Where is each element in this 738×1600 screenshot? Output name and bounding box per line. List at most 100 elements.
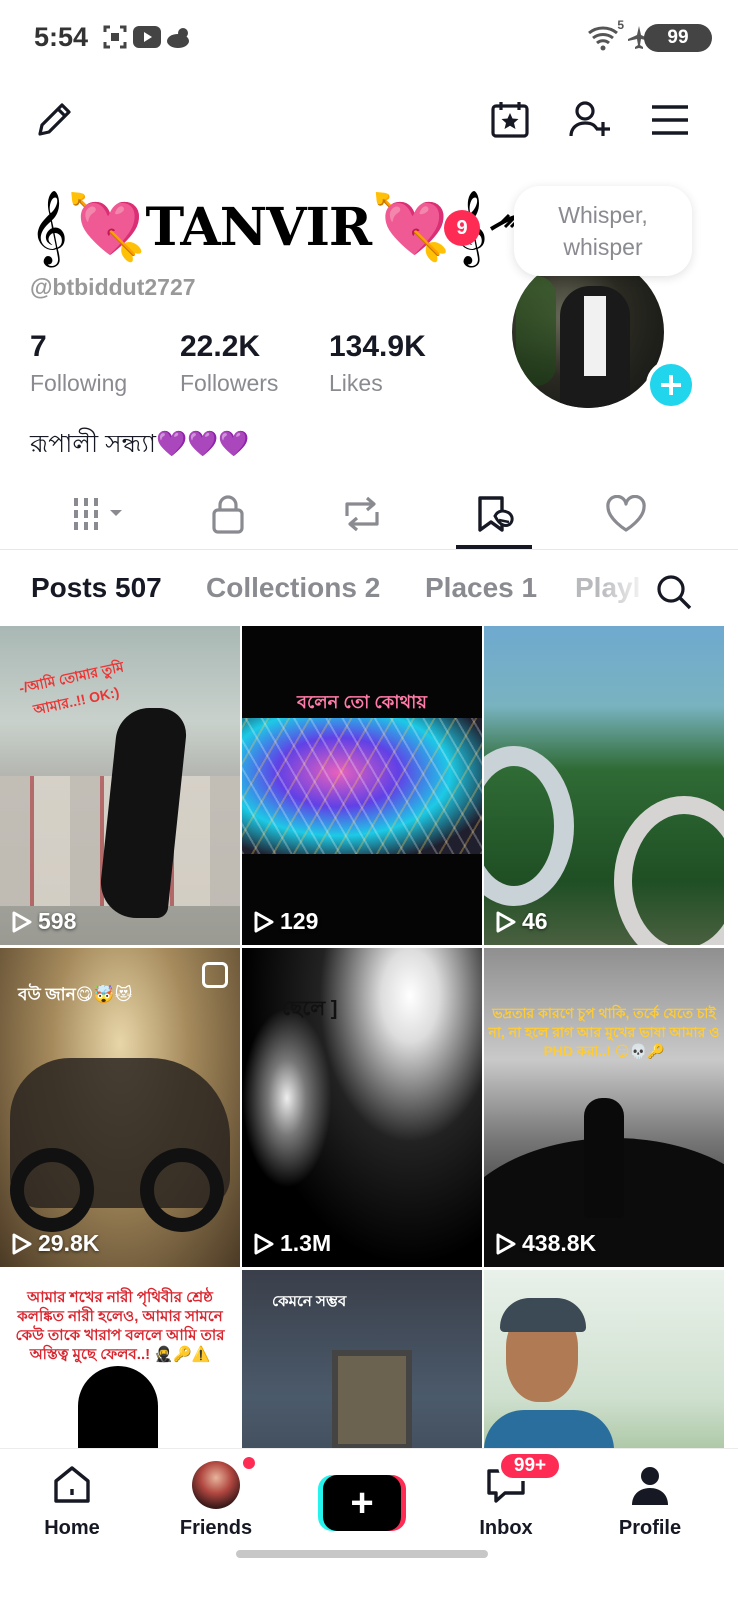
nav-home-label: Home [44, 1517, 100, 1539]
video-tile[interactable]: বলেন তো কোথায় 129 [242, 626, 482, 945]
avatar[interactable] [512, 256, 664, 408]
avatar-plant [516, 276, 556, 386]
create-plus-icon: + [323, 1475, 401, 1531]
wifi-icon: 5 [586, 18, 624, 52]
signal-label: 5 [617, 18, 624, 32]
stat-following-label: Following [30, 370, 128, 396]
play-icon [496, 1233, 516, 1254]
screenshot-icon [100, 22, 130, 52]
view-count-value: 438.8K [522, 1230, 597, 1256]
friends-notification-dot [241, 1455, 257, 1471]
view-count-value: 1.3M [280, 1230, 332, 1256]
tile-wheel [140, 1148, 224, 1232]
create-button[interactable]: + [318, 1475, 406, 1531]
video-tile[interactable]: ছেলে ] 1.3M [242, 948, 482, 1267]
notification-badge[interactable]: 9 [444, 210, 480, 246]
play-icon [12, 1233, 32, 1254]
stat-following-value: 7 [30, 330, 47, 363]
play-icon [12, 911, 32, 932]
stat-followers-value: 22.2K [180, 330, 261, 363]
play-icon [254, 911, 274, 932]
tile-door [332, 1350, 412, 1448]
youtube-icon [132, 22, 162, 52]
status-time: 5:54 [34, 22, 89, 52]
tile-silhouette [78, 1366, 158, 1448]
calendar-star-icon[interactable] [482, 92, 538, 148]
tile-sculpture [484, 746, 574, 906]
inbox-badge: 99+ [498, 1451, 562, 1481]
tile-overlay [242, 718, 482, 854]
view-count: 438.8K [496, 1230, 596, 1257]
battery-indicator: 99 [644, 24, 712, 52]
multi-photo-icon [202, 962, 228, 988]
videos-grid-icon[interactable] [66, 490, 138, 538]
stat-following[interactable]: 7 Following [30, 330, 127, 397]
display-name-left-ornament: 𝄞💘 [30, 190, 147, 265]
username: @btbiddut2727 [30, 274, 196, 300]
add-story-button[interactable] [646, 360, 696, 410]
edit-pencil-icon[interactable] [26, 92, 82, 148]
status-bar: 5:54 5 99 [0, 0, 738, 78]
view-count: 598 [12, 908, 76, 935]
video-tile[interactable] [484, 1270, 724, 1448]
bottom-nav: Home Friends + Inbox 99+ Profile [0, 1448, 738, 1600]
view-count-value: 129 [280, 908, 319, 934]
home-indicator[interactable] [236, 1550, 488, 1558]
view-count-value: 598 [38, 908, 77, 934]
video-tile[interactable]: আমার শখের নারী পৃথিবীর শ্রেষ্ঠ কলঙ্কিত ন… [0, 1270, 240, 1448]
nav-friends-label: Friends [179, 1517, 253, 1539]
tile-figure [584, 1098, 624, 1218]
menu-icon[interactable] [642, 92, 698, 148]
nav-friends[interactable]: Friends [156, 1459, 276, 1559]
nav-profile[interactable]: Profile [590, 1459, 710, 1559]
liked-heart-icon[interactable] [590, 490, 662, 538]
video-tile[interactable]: -/আমি তোমার তুমি আমার..!! OK:) 598 [0, 626, 240, 945]
tile-caption: বলেন তো কোথায় [296, 692, 428, 712]
active-tab-indicator [456, 545, 532, 549]
repost-icon[interactable] [326, 490, 398, 538]
tile-wheel [10, 1148, 94, 1232]
profile-icon [628, 1459, 672, 1511]
view-count: 129 [254, 908, 318, 935]
tile-shirt [484, 1410, 614, 1448]
video-tile[interactable]: বউ জান😋🤯😻 29.8K [0, 948, 240, 1267]
bio: রূপালী সন্ধ্যা💜💜💜 [30, 430, 250, 458]
add-friend-icon[interactable] [562, 92, 618, 148]
view-count: 1.3M [254, 1230, 331, 1257]
search-icon[interactable] [648, 566, 700, 618]
nav-home[interactable]: Home [12, 1459, 132, 1559]
tile-caption: আমার শখের নারী পৃথিবীর শ্রেষ্ঠ কলঙ্কিত ন… [15, 1289, 225, 1363]
view-count: 46 [496, 908, 548, 935]
view-count-value: 29.8K [38, 1230, 100, 1256]
display-name-text: TANVIR [145, 196, 373, 258]
video-tile[interactable]: ভদ্রতার কারণে চুপ থাকি, তর্কে যেতে চাই ন… [484, 948, 724, 1267]
sub-tab-collections[interactable]: Collections 2 [206, 572, 380, 604]
tile-caption: কেমনে সম্ভব [272, 1293, 347, 1310]
sub-tab-posts[interactable]: Posts 507 [31, 572, 162, 604]
sub-tab-places[interactable]: Places 1 [425, 572, 537, 604]
video-grid: -/আমি তোমার তুমি আমার..!! OK:) 598 বলেন … [0, 626, 738, 1448]
view-count: 29.8K [12, 1230, 99, 1257]
home-icon [50, 1459, 94, 1511]
content-tabs [0, 478, 738, 550]
tile-glow [242, 1008, 332, 1188]
nav-inbox-label: Inbox [479, 1517, 533, 1539]
tile-caption: -/আমি তোমার তুমি আমার..!! OK:) [17, 658, 126, 718]
avatar-shirt [584, 296, 606, 376]
video-tile[interactable]: কেমনে সম্ভব [242, 1270, 482, 1448]
stat-followers[interactable]: 22.2K Followers [180, 330, 278, 397]
favorites-icon[interactable] [460, 490, 532, 538]
view-count-value: 46 [522, 908, 548, 934]
play-icon [254, 1233, 274, 1254]
sub-tabs-fade [600, 566, 650, 618]
tile-cap [500, 1298, 586, 1332]
private-lock-icon[interactable] [192, 490, 264, 538]
nav-profile-label: Profile [618, 1517, 682, 1539]
stat-likes[interactable]: 134.9K Likes [329, 330, 426, 397]
whisper-bubble[interactable]: Whisper, whisper [514, 186, 692, 276]
tile-sculpture [614, 796, 724, 945]
tile-caption: ভদ্রতার কারণে চুপ থাকি, তর্কে যেতে চাই ন… [488, 1005, 720, 1059]
stat-followers-label: Followers [180, 370, 279, 396]
weather-icon [164, 22, 194, 52]
video-tile[interactable]: 46 [484, 626, 724, 945]
